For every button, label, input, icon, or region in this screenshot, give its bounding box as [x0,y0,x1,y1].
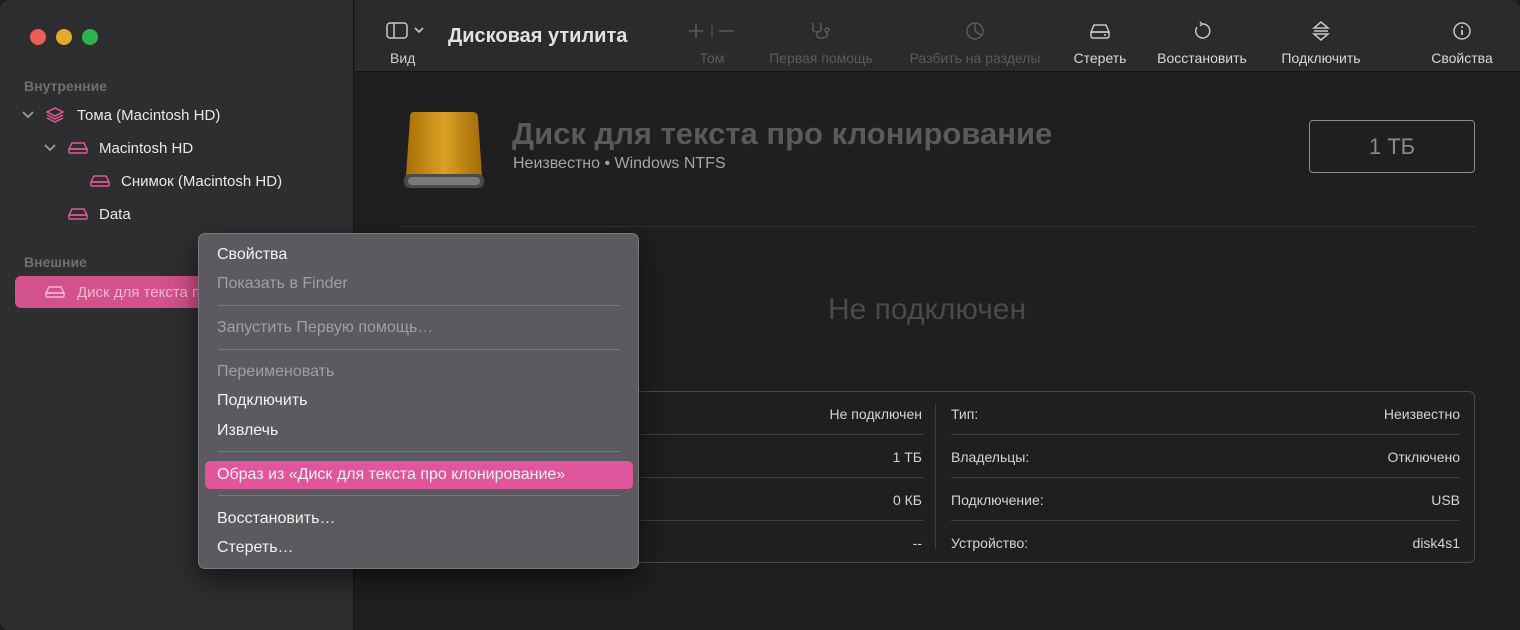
info-value: Отключено [1387,448,1460,465]
sidebar-item-macintosh-hd[interactable]: Macintosh HD [42,136,193,160]
menu-separator [218,305,620,306]
erase-button[interactable]: Стереть [1068,0,1132,72]
menu-item-rename[interactable]: Переименовать [217,359,334,385]
menu-item-image-from[interactable]: Образ из «Диск для текста про клонирован… [217,462,565,488]
sidebar-item-label: Macintosh HD [99,139,194,157]
pie-icon [965,20,985,42]
row-divider [640,434,924,435]
menu-item-eject[interactable]: Извлечь [217,418,278,444]
mount-status-text: Не подключен [828,293,1027,326]
chevron-down-icon[interactable] [42,144,58,152]
sidebar-item-data[interactable]: Data [68,202,131,226]
volume-button[interactable]: Том [682,0,742,72]
mount-button-label: Подключить [1281,50,1361,66]
info-value: 0 КБ [892,491,922,508]
info-value: disk4s1 [1412,534,1460,551]
restore-button-label: Восстановить [1157,50,1247,66]
partition-button-label: Разбить на разделы [909,50,1041,66]
menu-separator [218,349,620,350]
menu-separator [218,495,620,496]
sidebar-item-label: Data [99,205,131,223]
disk-subtitle: Неизвестно • Windows NTFS [513,155,726,172]
info-row-device: Устройство: disk4s1 [951,521,1460,564]
partition-button[interactable]: Разбить на разделы [898,0,1052,72]
info-row-connection: Подключение: USB [951,478,1460,521]
menu-item-erase[interactable]: Стереть… [217,535,294,561]
menu-item-restore[interactable]: Восстановить… [217,506,335,532]
info-label: Подключение: [951,491,1044,508]
info-button[interactable]: Свойства [1424,0,1500,72]
app-title: Дисковая утилита [448,25,628,47]
mount-button[interactable]: Подключить [1272,0,1370,72]
window-controls [30,29,98,45]
sidebar-item-label: Снимок (Macintosh HD) [121,172,283,190]
info-label: Устройство: [951,534,1029,551]
menu-item-info[interactable]: Свойства [217,242,287,268]
external-drive-icon [402,110,486,190]
info-value: Не подключен [829,405,922,422]
menu-item-first-aid[interactable]: Запустить Первую помощь… [217,315,433,341]
volume-button-label: Том [699,50,725,66]
first-aid-button-label: Первая помощь [769,50,873,66]
menu-item-mount[interactable]: Подключить [217,388,307,414]
chevron-down-icon[interactable] [20,111,36,119]
drive-icon [68,141,88,155]
plus-minus-icon [686,20,738,42]
minimize-window-button[interactable] [56,29,72,45]
first-aid-button[interactable]: Первая помощь [760,0,882,72]
header-divider [400,226,1475,227]
close-window-button[interactable] [30,29,46,45]
eraser-drive-icon [1088,20,1112,42]
row-divider [951,477,1460,478]
erase-button-label: Стереть [1073,50,1127,66]
menu-item-show-in-finder[interactable]: Показать в Finder [217,271,348,297]
row-divider [951,434,1460,435]
sidebar-section-internal: Внутренние [24,78,108,94]
info-value: 1 ТБ [892,448,922,465]
info-value: -- [912,534,922,551]
drive-icon [68,207,88,221]
info-row-owners: Владельцы: Отключено [951,435,1460,478]
menu-separator [218,451,620,452]
context-menu: Свойства Показать в Finder Запустить Пер… [198,233,639,569]
sidebar-item-snapshot[interactable]: Снимок (Macintosh HD) [90,169,282,193]
info-row-left: -- [620,521,922,564]
sidebar-toggle-icon [386,22,408,39]
capacity-badge: 1 ТБ [1309,120,1475,173]
sidebar-item-volumes-group[interactable]: Тома (Macintosh HD) [20,103,220,127]
info-icon [1452,20,1472,42]
info-row-left: Не подключен [620,392,922,435]
chevron-down-icon [414,27,424,34]
view-menu-button[interactable] [386,22,424,39]
info-row-left: 1 ТБ [620,435,922,478]
drive-icon [45,285,65,299]
stethoscope-icon [809,20,833,42]
info-label: Владельцы: [951,448,1030,465]
zoom-window-button[interactable] [82,29,98,45]
info-row-type: Тип: Неизвестно [951,392,1460,435]
disk-title: Диск для текста про клонирование [512,116,1053,151]
info-row-left: 0 КБ [620,478,922,521]
drive-icon [90,174,110,188]
row-divider [640,520,924,521]
layers-icon [46,107,66,123]
info-label: Тип: [951,405,979,422]
sidebar-item-label: Тома (Macintosh HD) [77,106,221,124]
row-divider [951,520,1460,521]
info-value: USB [1431,491,1460,508]
info-value: Неизвестно [1383,405,1460,422]
info-column-divider [935,404,936,549]
row-divider [640,477,924,478]
sidebar-section-external: Внешние [24,254,87,270]
info-button-label: Свойства [1431,50,1493,66]
restore-button[interactable]: Восстановить [1148,0,1256,72]
view-label: Вид [390,50,416,66]
restore-icon [1192,20,1212,42]
mount-icon [1311,20,1331,42]
